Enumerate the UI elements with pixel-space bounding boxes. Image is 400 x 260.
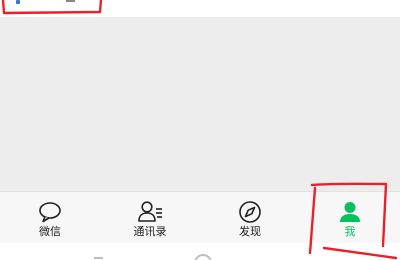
tab-me[interactable]: 我 (300, 192, 400, 244)
top-indicator (16, 0, 20, 4)
tab-chats[interactable]: 微信 (0, 192, 100, 244)
content-area (0, 17, 400, 191)
nav-home-button[interactable] (194, 254, 212, 260)
app-screen: 微信 通讯录 发现 我 (0, 0, 400, 260)
chat-bubble-icon (39, 202, 61, 223)
contacts-icon (138, 201, 162, 222)
tab-me-label: 我 (344, 225, 356, 238)
bottom-tab-bar: 微信 通讯录 发现 我 (0, 191, 400, 244)
top-divider (66, 0, 75, 2)
tab-chats-label: 微信 (39, 225, 61, 238)
nav-back-button[interactable] (94, 257, 103, 259)
tab-contacts[interactable]: 通讯录 (100, 192, 200, 244)
tab-discover[interactable]: 发现 (200, 192, 300, 244)
system-nav-bar (0, 243, 400, 260)
person-icon (340, 202, 360, 222)
tab-discover-label: 发现 (239, 225, 261, 238)
compass-icon (239, 201, 261, 223)
top-bar-fragment (0, 0, 400, 17)
tab-contacts-label: 通讯录 (133, 225, 167, 238)
